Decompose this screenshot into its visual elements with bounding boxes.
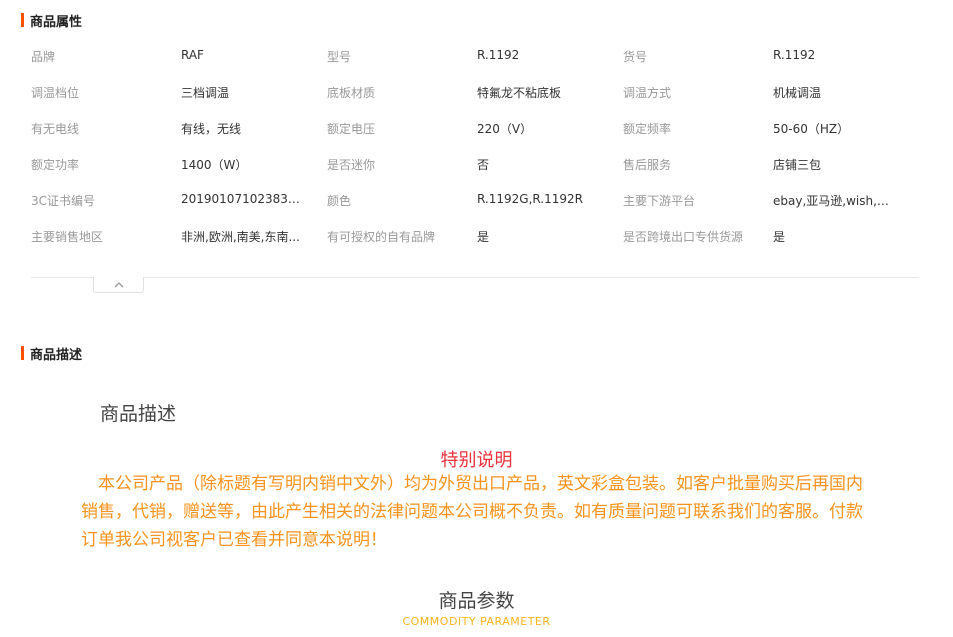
attribute-row: 3C证书编号 2019010710238399 颜色 R.1192G,R.119…: [31, 192, 931, 222]
attribute-label: 调温方式: [623, 86, 672, 100]
attribute-row: 调温档位 三档调温 底板材质 特氟龙不粘底板 调温方式 机械调温: [31, 84, 931, 114]
attribute-label: 型号: [327, 50, 352, 64]
chevron-up-icon: [114, 281, 124, 288]
attribute-label: 售后服务: [623, 158, 672, 172]
attribute-value: R.1192G,R.1192R: [477, 192, 583, 206]
attribute-label: 调温档位: [31, 86, 80, 100]
description-title-text: 商品描述: [30, 347, 83, 363]
params-subheading: COMMODITY PARAMETER: [402, 615, 551, 628]
attribute-label: 主要下游平台: [623, 194, 696, 208]
attribute-label: 是否迷你: [327, 158, 376, 172]
attribute-value: 有线，无线: [181, 122, 242, 136]
attribute-value: R.1192: [773, 48, 816, 62]
attribute-value: 特氟龙不粘底板: [477, 86, 562, 100]
attribute-label: 颜色: [327, 194, 352, 208]
section-marker: [21, 13, 24, 27]
attribute-label: 额定电压: [327, 122, 376, 136]
attribute-value: 三档调温: [181, 86, 230, 100]
attribute-row: 品牌 RAF 型号 R.1192 货号 R.1192: [31, 48, 931, 78]
attribute-value: 是: [773, 230, 786, 244]
attribute-value: 否: [477, 158, 490, 172]
special-notice-text: 本公司产品（除标题有写明内销中文外）均为外贸出口产品，英文彩盒包装。如客户批量购…: [81, 474, 863, 550]
attribute-value: 2019010710238399: [181, 192, 301, 206]
attribute-row: 主要销售地区 非洲,欧洲,南美,东南... 有可授权的自有品牌 是 是否跨境出口…: [31, 228, 931, 258]
attribute-value: 50-60（HZ）: [773, 122, 850, 136]
attribute-value: 是: [477, 230, 490, 244]
attribute-value: 1400（W）: [181, 158, 248, 172]
attribute-label: 底板材质: [327, 86, 376, 100]
attribute-value: RAF: [181, 48, 204, 62]
attributes-section-title: 商品属性: [21, 12, 83, 30]
attribute-label: 有可授权的自有品牌: [327, 230, 436, 244]
collapse-attributes-button[interactable]: [93, 277, 144, 293]
attribute-label: 是否跨境出口专供货源: [623, 230, 744, 244]
attribute-value: R.1192: [477, 48, 520, 62]
attribute-value: 机械调温: [773, 86, 822, 100]
attribute-row: 额定功率 1400（W） 是否迷你 否 售后服务 店铺三包: [31, 156, 931, 186]
attribute-value: 220（V）: [477, 122, 533, 136]
description-section-title: 商品描述: [21, 345, 83, 363]
attribute-label: 有无电线: [31, 122, 80, 136]
attribute-value: 非洲,欧洲,南美,东南...: [181, 230, 300, 244]
description-heading: 商品描述: [100, 403, 177, 425]
attribute-label: 品牌: [31, 50, 56, 64]
attribute-label: 主要销售地区: [31, 230, 104, 244]
attribute-label: 3C证书编号: [31, 194, 96, 208]
attribute-label: 额定频率: [623, 122, 672, 136]
attribute-label: 额定功率: [31, 158, 80, 172]
attribute-value: 店铺三包: [773, 158, 822, 172]
attribute-value: ebay,亚马逊,wish,速...: [773, 194, 893, 208]
attribute-row: 有无电线 有线，无线 额定电压 220（V） 额定频率 50-60（HZ）: [31, 120, 931, 150]
attributes-divider: [31, 277, 919, 278]
attributes-title-text: 商品属性: [30, 14, 83, 30]
attribute-label: 货号: [623, 50, 648, 64]
section-marker: [21, 346, 24, 360]
params-heading: 商品参数: [438, 590, 515, 612]
special-notice-title: 特别说明: [440, 450, 513, 471]
